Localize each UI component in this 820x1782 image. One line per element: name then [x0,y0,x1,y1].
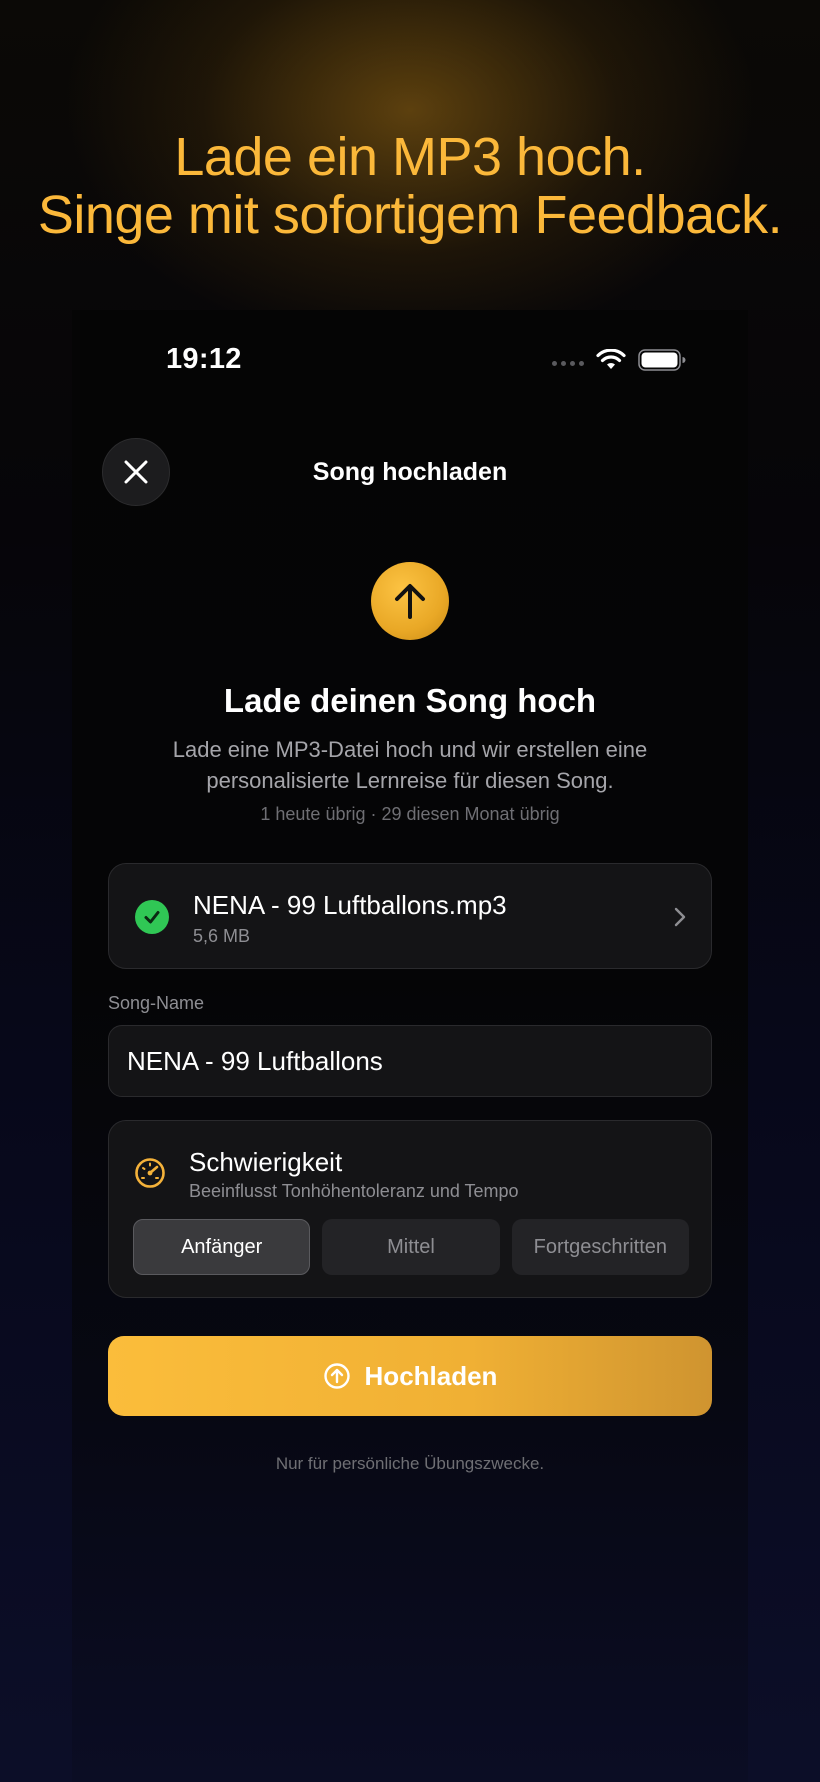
file-size: 5,6 MB [193,926,251,946]
headline-line-2: Singe mit sofortigem Feedback. [37,185,783,245]
arrow-up-icon [395,584,425,619]
song-name-input[interactable] [108,1025,712,1097]
hero-description: Lade eine MP3-Datei hoch und wir erstell… [172,737,648,793]
upload-button-label: Hochladen [364,1360,498,1391]
status-bar: 19:12 [72,310,748,400]
chevron-right-icon [674,907,686,927]
difficulty-subtitle: Beeinflusst Tonhöhentoleranz und Tempo [189,1181,519,1201]
signal-icon [552,360,584,366]
footer-note: Nur für persönliche Übungszwecke. [275,1454,545,1473]
file-name: NENA - 99 Luftballons.mp3 [193,890,507,920]
difficulty-option-beginner[interactable]: Anfänger [133,1219,311,1275]
difficulty-card: Schwierigkeit Beeinflusst Tonhöhentolera… [108,1120,712,1298]
wifi-icon [596,349,626,369]
nav-bar: Song hochladen [72,438,748,508]
hero-title: Lade deinen Song hoch [223,682,597,719]
battery-icon [638,349,686,371]
upload-quota: 1 heute übrig · 29 diesen Monat übrig [260,804,560,824]
gauge-icon [135,1158,165,1188]
difficulty-option-medium[interactable]: Mittel [322,1219,500,1275]
headline-line-1: Lade ein MP3 hoch. [174,127,646,187]
difficulty-option-advanced[interactable]: Fortgeschritten [511,1219,689,1275]
difficulty-title: Schwierigkeit [189,1147,343,1177]
check-circle-icon [135,900,169,934]
status-time: 19:12 [166,343,242,375]
song-name-label: Song-Name [108,993,205,1013]
phone-screen: 19:12 Song hochladen Lade deinen Song ho… [72,310,748,1782]
status-icons [552,348,686,372]
nav-title: Song hochladen [312,458,508,486]
marketing-headline: Lade ein MP3 hoch. Singe mit sofortigem … [0,128,820,244]
selected-file-card[interactable]: NENA - 99 Luftballons.mp3 5,6 MB [108,863,712,969]
upload-hero-icon [371,562,449,640]
upload-button[interactable]: Hochladen [108,1336,712,1416]
difficulty-segmented-control: Anfänger Mittel Fortgeschritten [133,1219,689,1275]
upload-circle-icon [323,1363,350,1389]
